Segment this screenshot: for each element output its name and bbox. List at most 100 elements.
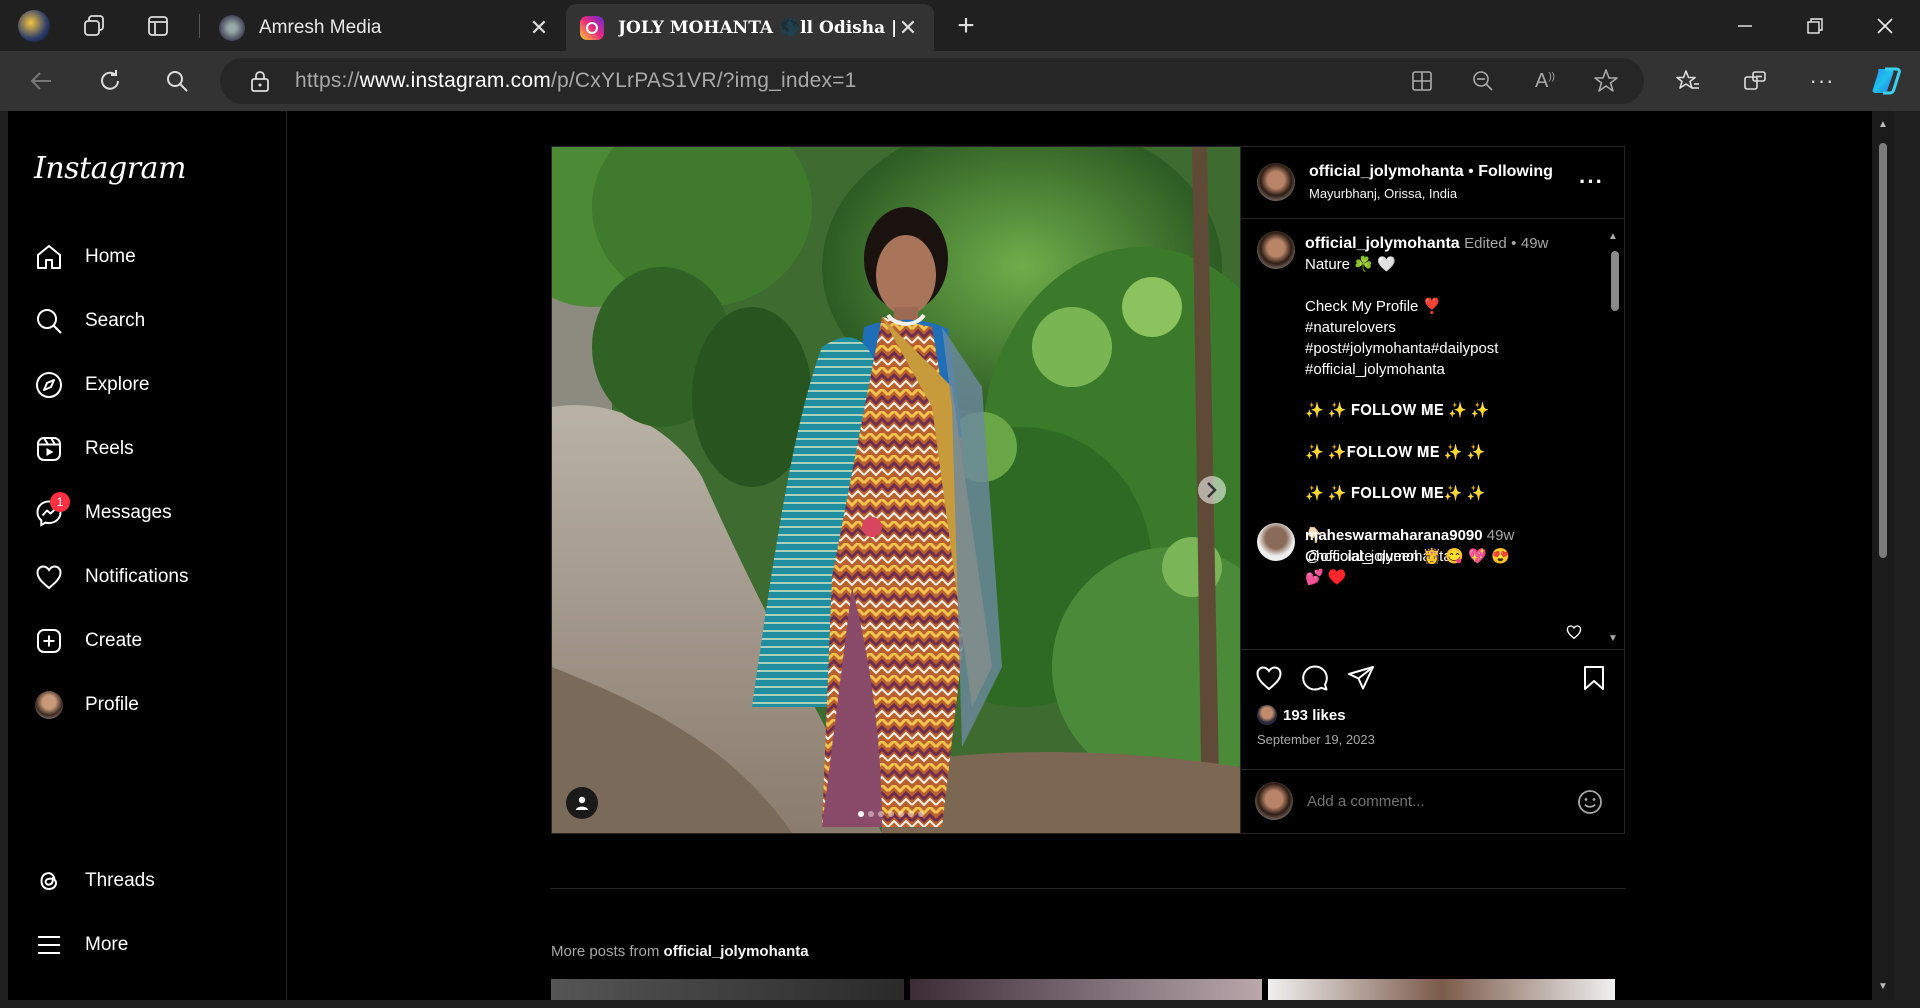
- sidebar-item-messages[interactable]: 1 Messages: [34, 489, 172, 537]
- tab-actions-button[interactable]: [134, 6, 182, 46]
- carousel-dot: [888, 811, 894, 817]
- tab-divider: [199, 14, 200, 38]
- read-aloud-button[interactable]: A)): [1525, 61, 1565, 101]
- caption-author-avatar[interactable]: [1257, 231, 1295, 269]
- app-available-button[interactable]: [1402, 61, 1442, 101]
- restore-icon: [1807, 17, 1823, 34]
- scroll-thumb[interactable]: [1611, 251, 1619, 311]
- caption-line: [1305, 463, 1605, 484]
- workspaces-button[interactable]: [70, 6, 118, 46]
- comment-text: Chocolate queen 👸 😋 💖 😍: [1305, 548, 1510, 565]
- comment-icon: [1302, 665, 1328, 691]
- post-options-button[interactable]: ···: [1579, 169, 1604, 195]
- comment-like-button[interactable]: [1566, 624, 1582, 645]
- more-posts-author[interactable]: official_jolymohanta: [664, 943, 809, 960]
- like-button[interactable]: [1255, 664, 1283, 697]
- url-scheme: https://: [295, 69, 360, 92]
- restore-button[interactable]: [1780, 0, 1850, 51]
- favorite-button[interactable]: [1586, 61, 1626, 101]
- caption-line: #official_jolymohanta: [1305, 360, 1445, 378]
- sidebar-item-home[interactable]: Home: [34, 233, 136, 281]
- following-button[interactable]: Following: [1478, 163, 1553, 180]
- sidebar-item-reels[interactable]: Reels: [34, 425, 134, 473]
- scroll-down-icon[interactable]: ▼: [1878, 981, 1888, 992]
- apps-icon: [1412, 71, 1432, 91]
- comment-button[interactable]: [1301, 664, 1329, 697]
- user-icon: [576, 796, 588, 810]
- sidebar-item-label: Notifications: [85, 566, 189, 587]
- carousel-dot: [908, 811, 914, 817]
- caption-age: 49w: [1520, 235, 1549, 252]
- post-photo[interactable]: [552, 147, 1240, 833]
- back-button[interactable]: [22, 61, 62, 101]
- zoom-out-button[interactable]: [1463, 61, 1503, 101]
- tagged-users-button[interactable]: [566, 787, 598, 819]
- sidebar-item-label: Search: [85, 310, 146, 331]
- page-scrollbar[interactable]: ▲ ▼: [1872, 111, 1894, 1000]
- sidebar-item-explore[interactable]: Explore: [34, 361, 149, 409]
- author-line: official_jolymohanta • Following: [1309, 163, 1553, 181]
- sidebar-item-search[interactable]: Search: [34, 297, 145, 345]
- tab-instagram[interactable]: JOLY MOHANTA 🌑ll Odisha | Na ✕: [566, 4, 934, 51]
- carousel-dot: [898, 811, 904, 817]
- compass-icon: [34, 370, 64, 400]
- comment-input[interactable]: [1307, 788, 1557, 814]
- new-tab-button[interactable]: +: [942, 6, 990, 46]
- author-username[interactable]: official_jolymohanta: [1309, 163, 1464, 180]
- scroll-thumb[interactable]: [1879, 143, 1887, 558]
- author-avatar[interactable]: [1257, 163, 1295, 201]
- emoji-icon: [1578, 790, 1602, 814]
- sidebar-item-notifications[interactable]: Notifications: [34, 553, 189, 601]
- search-button[interactable]: [157, 61, 197, 101]
- url-host: www.instagram.com: [359, 69, 551, 92]
- save-button[interactable]: [1581, 664, 1607, 697]
- profile-avatar-button[interactable]: [10, 6, 58, 46]
- close-icon[interactable]: ✕: [896, 15, 920, 41]
- comment: maheswarmaharana9090 49w Chocolate queen…: [1305, 525, 1605, 588]
- more-post-thumbnail[interactable]: [1268, 979, 1615, 1000]
- tab-title: JOLY MOHANTA 🌑ll Odisha | Na: [618, 17, 896, 38]
- post-actions: 193 likes September 19, 2023: [1241, 649, 1625, 769]
- zoom-out-icon: [1473, 71, 1493, 91]
- carousel-dot: [858, 811, 864, 817]
- separator: •: [1511, 235, 1517, 252]
- scroll-up-icon[interactable]: ▲: [1608, 231, 1618, 242]
- post-location[interactable]: Mayurbhanj, Orissa, India: [1309, 186, 1457, 201]
- settings-more-button[interactable]: ···: [1802, 61, 1842, 101]
- instagram-logo[interactable]: Instagram: [34, 151, 186, 186]
- copilot-button[interactable]: [1866, 61, 1906, 101]
- tab-amresh-media[interactable]: Amresh Media ✕: [205, 4, 565, 51]
- sidebar-item-more[interactable]: More: [34, 921, 128, 969]
- scroll-up-icon[interactable]: ▲: [1878, 119, 1888, 130]
- star-icon: [1594, 69, 1618, 92]
- avatar: [34, 690, 64, 720]
- refresh-button[interactable]: [90, 61, 130, 101]
- scroll-down-icon[interactable]: ▼: [1608, 633, 1618, 644]
- post-date[interactable]: September 19, 2023: [1257, 732, 1375, 747]
- section-divider: [551, 888, 1625, 889]
- sidebar-item-create[interactable]: Create: [34, 617, 142, 665]
- favorites-button[interactable]: [1668, 61, 1708, 101]
- search-icon: [167, 71, 188, 92]
- liker-avatar[interactable]: [1257, 705, 1277, 725]
- tab-bar: Amresh Media ✕ JOLY MOHANTA 🌑ll Odisha |…: [0, 0, 1920, 51]
- collections-icon: [1744, 71, 1766, 90]
- close-window-button[interactable]: [1850, 0, 1920, 51]
- more-post-thumbnail[interactable]: [551, 979, 904, 1000]
- caption-author[interactable]: official_jolymohanta: [1305, 235, 1460, 252]
- sidebar-item-threads[interactable]: Threads: [34, 857, 155, 905]
- likes-row: 193 likes: [1257, 705, 1346, 725]
- comments-scrollbar[interactable]: ▲ ▼: [1608, 231, 1622, 651]
- collections-button[interactable]: [1735, 61, 1775, 101]
- minimize-button[interactable]: [1710, 0, 1780, 51]
- emoji-button[interactable]: [1577, 789, 1603, 820]
- more-post-thumbnail[interactable]: [910, 979, 1262, 1000]
- lock-icon[interactable]: [250, 70, 270, 92]
- comment-author[interactable]: maheswarmaharana9090: [1305, 527, 1483, 544]
- share-button[interactable]: [1347, 664, 1375, 697]
- home-icon: [34, 242, 64, 272]
- close-icon[interactable]: ✕: [527, 15, 551, 41]
- sidebar-item-profile[interactable]: Profile: [34, 681, 139, 729]
- commenter-avatar[interactable]: [1257, 523, 1295, 561]
- likes-count[interactable]: 193 likes: [1283, 707, 1346, 724]
